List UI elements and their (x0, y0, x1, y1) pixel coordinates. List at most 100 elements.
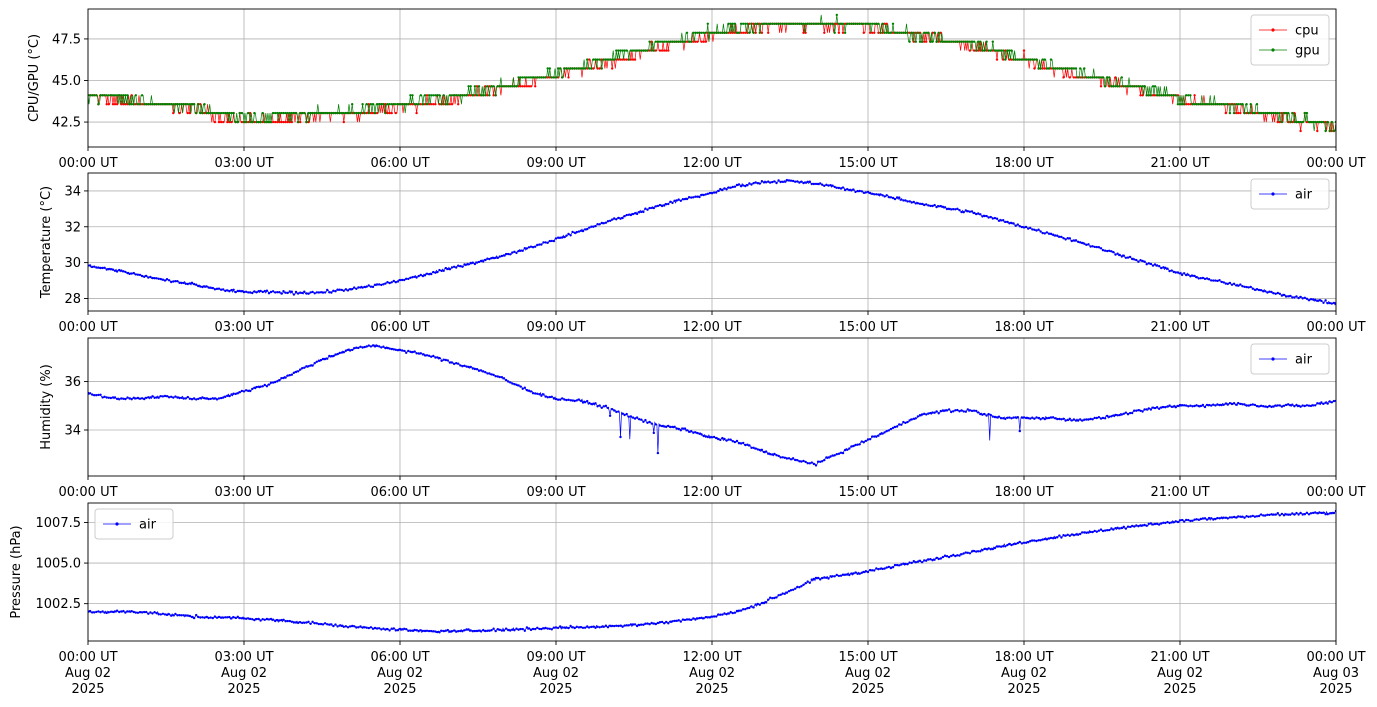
data-point (987, 216, 990, 219)
data-point (810, 578, 813, 581)
y-tick-label: 1002.5 (36, 597, 82, 612)
data-point (966, 551, 969, 554)
data-point (823, 576, 826, 579)
data-point (519, 76, 522, 79)
data-point (1103, 249, 1107, 252)
data-point (1033, 228, 1036, 231)
data-point (88, 264, 92, 267)
data-point (471, 261, 474, 264)
data-point (781, 592, 784, 595)
data-point (904, 31, 907, 34)
data-point (97, 266, 100, 269)
data-point (299, 368, 302, 371)
data-point (739, 22, 743, 25)
data-point (186, 111, 189, 115)
data-point (180, 103, 183, 106)
data-point (303, 290, 306, 293)
data-point (1220, 403, 1223, 407)
data-point (163, 279, 167, 282)
data-point (271, 290, 275, 293)
data-point (862, 31, 865, 34)
data-point (1257, 405, 1261, 408)
data-point (432, 270, 435, 274)
data-point (773, 180, 776, 183)
data-point (583, 626, 587, 629)
data-point (727, 438, 730, 441)
x-tick-label: 15:00 UT (838, 650, 897, 665)
data-point (648, 40, 651, 43)
data-point (321, 111, 325, 115)
data-point (912, 417, 915, 420)
data-point (93, 394, 96, 397)
data-point (935, 556, 938, 560)
data-point (217, 287, 221, 290)
data-point (577, 230, 581, 233)
data-point (983, 412, 986, 416)
data-point (423, 274, 427, 277)
data-point (1014, 58, 1017, 61)
data-point (1195, 404, 1198, 407)
data-point (895, 196, 899, 199)
data-point (95, 394, 98, 397)
data-point (199, 616, 202, 619)
data-point (715, 191, 718, 194)
data-point (1124, 256, 1128, 259)
data-point (997, 49, 1001, 52)
data-point (887, 429, 890, 432)
data-point (145, 274, 148, 278)
data-point (236, 120, 239, 124)
data-point (594, 626, 597, 629)
data-point (721, 188, 724, 192)
data-point (1024, 416, 1028, 420)
data-point (120, 610, 123, 613)
data-point (403, 349, 406, 353)
data-point (369, 626, 373, 629)
data-point (667, 49, 670, 52)
data-point (211, 286, 214, 290)
data-point (249, 120, 252, 124)
data-point (301, 621, 304, 625)
data-point (371, 103, 375, 106)
data-point (700, 40, 703, 43)
data-point (877, 193, 880, 196)
data-point (970, 550, 974, 553)
data-point (906, 31, 909, 34)
data-point (419, 273, 422, 277)
data-point (369, 103, 373, 106)
data-point (1014, 416, 1017, 419)
data-point (1062, 534, 1065, 537)
data-point (1176, 404, 1180, 408)
data-point (1210, 517, 1213, 520)
data-point (521, 85, 524, 88)
data-point (931, 40, 934, 43)
data-point (791, 22, 795, 25)
data-point (1135, 85, 1138, 88)
data-point (240, 111, 244, 115)
data-point (1243, 111, 1246, 115)
data-point (648, 206, 651, 210)
data-point (259, 385, 262, 388)
data-point (671, 201, 674, 205)
data-point (592, 402, 595, 405)
data-point (328, 111, 331, 115)
data-point (128, 610, 131, 613)
data-point (440, 269, 443, 273)
data-point (115, 609, 119, 612)
data-point (244, 617, 248, 620)
data-point (804, 582, 807, 585)
data-point (916, 31, 920, 34)
data-point (833, 575, 836, 578)
data-point (656, 451, 660, 455)
data-point (1253, 515, 1257, 518)
data-point (760, 180, 764, 183)
data-point (1141, 410, 1144, 413)
data-point (1280, 512, 1284, 516)
data-point (771, 180, 774, 184)
data-point (679, 40, 682, 43)
data-point (1299, 129, 1302, 133)
data-point (648, 420, 651, 424)
data-point (118, 610, 121, 614)
data-point (1291, 403, 1294, 406)
data-point (675, 199, 678, 202)
data-point (835, 453, 838, 456)
